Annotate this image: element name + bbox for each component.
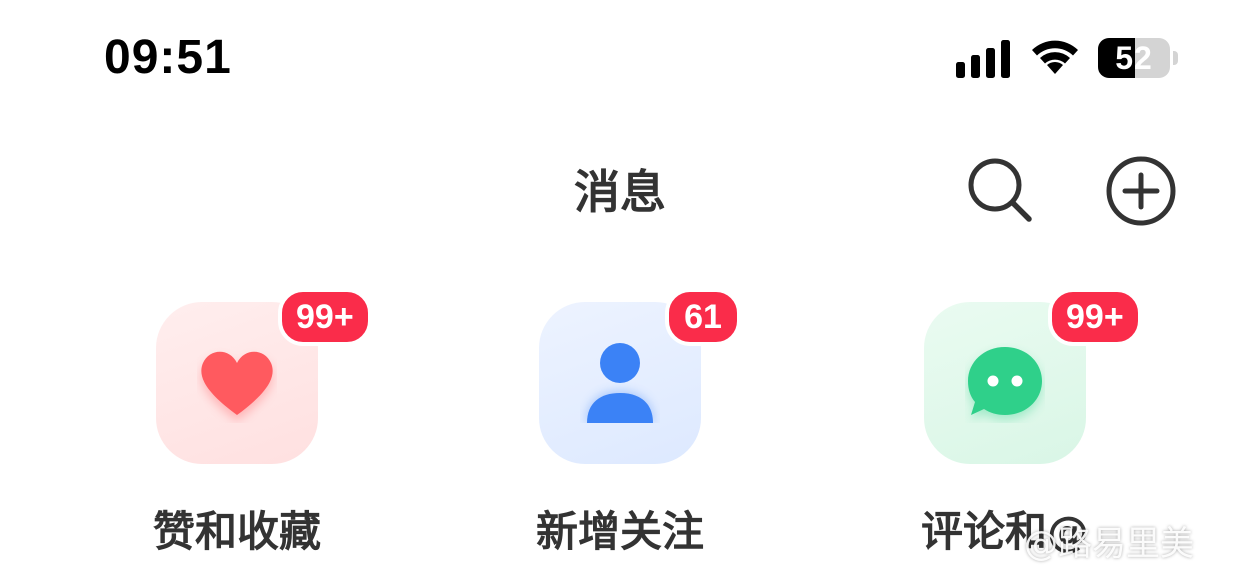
cellular-signal-icon: [956, 40, 1010, 78]
shortcut-label: 赞和收藏: [152, 507, 321, 556]
notification-badge: 99+: [278, 288, 372, 346]
notification-badge: 99+: [1048, 288, 1142, 346]
person-icon: [586, 343, 654, 423]
status-time: 09:51: [104, 31, 232, 84]
plus-circle-icon: [1106, 156, 1176, 226]
notification-badge: 61: [665, 288, 741, 346]
battery-indicator: 52: [1098, 38, 1180, 78]
battery-nub: [1173, 51, 1178, 65]
battery-level: 52: [1115, 40, 1153, 76]
chat-bubble-icon: [968, 347, 1042, 420]
search-icon: [968, 158, 1032, 222]
shortcut-new-followers[interactable]: 61 新增关注: [455, 288, 795, 568]
search-button[interactable]: [962, 152, 1038, 228]
page-title: 消息: [574, 165, 666, 219]
add-button[interactable]: [1104, 154, 1178, 228]
wifi-icon: [1032, 40, 1078, 74]
watermark: @路易里美: [1024, 524, 1194, 564]
shortcut-likes-and-favorites[interactable]: 99+ 赞和收藏: [72, 288, 412, 568]
heart-icon: [201, 351, 273, 421]
shortcut-label: 新增关注: [535, 507, 704, 556]
battery-body: 52: [1098, 38, 1170, 78]
status-bar: 09:51 52: [0, 0, 1242, 118]
